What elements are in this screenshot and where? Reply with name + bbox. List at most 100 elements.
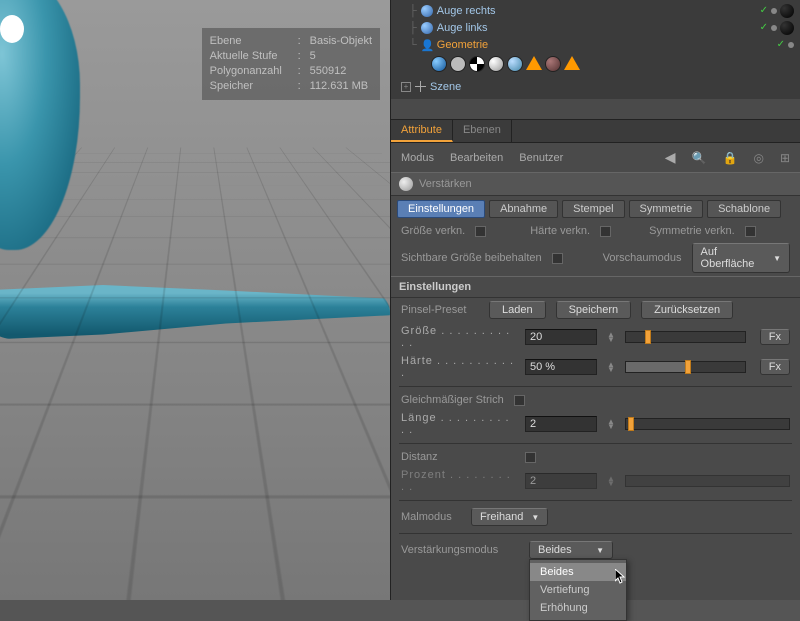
fx-button[interactable]: Fx: [760, 359, 790, 375]
subtab-stempel[interactable]: Stempel: [562, 200, 624, 218]
link-hardness-checkbox[interactable]: [600, 226, 611, 237]
menu-bearbeiten[interactable]: Bearbeiten: [450, 152, 503, 164]
visibility-dot[interactable]: [771, 8, 777, 14]
hardness-slider[interactable]: [625, 361, 746, 373]
phong-tag-icon[interactable]: [564, 56, 580, 70]
chevron-down-icon: ▼: [596, 546, 604, 555]
subtab-schablone[interactable]: Schablone: [707, 200, 781, 218]
lock-icon[interactable]: 🔒: [723, 151, 738, 165]
menu-modus[interactable]: Modus: [401, 152, 434, 164]
tree-branch-icon: ├: [409, 5, 417, 17]
tool-title: Verstärken: [419, 178, 472, 190]
expand-icon[interactable]: +: [401, 82, 411, 92]
material-icon[interactable]: [780, 4, 794, 18]
dropdown-option-beides[interactable]: Beides: [530, 563, 626, 581]
percent-input: 2: [525, 473, 597, 489]
attribute-manager: Attribute Ebenen Modus Bearbeiten Benutz…: [391, 119, 800, 172]
subtab-einstellungen[interactable]: Einstellungen: [397, 200, 485, 218]
material-tag[interactable]: [507, 56, 523, 72]
tool-header: Verstärken: [391, 172, 800, 196]
size-input[interactable]: 20: [525, 329, 597, 345]
reset-button[interactable]: Zurücksetzen: [641, 301, 733, 319]
keep-size-checkbox[interactable]: [552, 253, 563, 264]
chevron-down-icon: ▼: [773, 254, 781, 263]
check-icon[interactable]: ✓: [777, 39, 785, 50]
phong-tag-icon[interactable]: [526, 56, 542, 70]
link-size-checkbox[interactable]: [475, 226, 486, 237]
menu-benutzer[interactable]: Benutzer: [519, 152, 563, 164]
material-tag[interactable]: [431, 56, 447, 72]
preset-label: Pinsel-Preset: [401, 304, 479, 316]
attribute-menubar: Modus Bearbeiten Benutzer ◀ 🔍 🔒 ◎ ⊞: [391, 143, 800, 172]
subtab-abnahme[interactable]: Abnahme: [489, 200, 558, 218]
load-button[interactable]: Laden: [489, 301, 546, 319]
tool-subtabs: Einstellungen Abnahme Stempel Symmetrie …: [391, 196, 800, 222]
dropdown-option-erhoehung[interactable]: Erhöhung: [530, 599, 626, 617]
dropdown-option-vertiefung[interactable]: Vertiefung: [530, 581, 626, 599]
stepper-icon: ▲▼: [607, 476, 615, 486]
keep-size-label: Sichtbare Größe beibehalten: [401, 252, 542, 264]
stepper-icon[interactable]: ▲▼: [607, 362, 615, 372]
sphere-icon: [421, 5, 433, 17]
chevron-down-icon: ▼: [531, 513, 539, 522]
save-button[interactable]: Speichern: [556, 301, 632, 319]
person-icon: 👤: [421, 39, 433, 51]
material-tags: [397, 53, 794, 78]
object-row-scene[interactable]: + Szene: [397, 78, 794, 95]
visibility-dot[interactable]: [771, 25, 777, 31]
subtab-symmetrie[interactable]: Symmetrie: [629, 200, 704, 218]
tree-branch-icon: ├: [409, 22, 417, 34]
paintmode-label: Malmodus: [401, 511, 461, 523]
tab-layers[interactable]: Ebenen: [453, 120, 512, 142]
tool-icon: [399, 177, 413, 191]
viewport[interactable]: Ebene:Basis-Objekt Aktuelle Stufe:5 Poly…: [0, 0, 390, 600]
tree-branch-icon: └: [409, 39, 417, 51]
amplify-mode-dropdown[interactable]: Beides▼: [529, 541, 613, 559]
sphere-icon: [421, 22, 433, 34]
percent-label: Prozent . . . . . . . . . .: [401, 469, 515, 493]
amplify-mode-label: Verstärkungsmodus: [401, 544, 519, 556]
paintmode-dropdown[interactable]: Freihand▼: [471, 508, 548, 526]
object-row-eye-left[interactable]: ├ Auge links ✓: [397, 19, 794, 36]
stroke-checkbox[interactable]: [514, 395, 525, 406]
object-label: Auge links: [437, 22, 488, 34]
object-label: Szene: [430, 81, 461, 93]
link-symmetry-checkbox[interactable]: [745, 226, 756, 237]
hardness-label: Härte . . . . . . . . . . .: [401, 355, 515, 379]
object-manager: ├ Auge rechts ✓ ├ Auge links ✓ └ 👤 Geome…: [391, 0, 800, 99]
distance-label: Distanz: [401, 451, 515, 463]
new-window-icon[interactable]: ⊞: [780, 151, 790, 165]
magnify-icon[interactable]: 🔍: [692, 151, 707, 165]
object-row-eye-right[interactable]: ├ Auge rechts ✓: [397, 2, 794, 19]
visibility-dot[interactable]: [788, 42, 794, 48]
nav-back-icon[interactable]: ◀: [665, 149, 676, 166]
stepper-icon[interactable]: ▲▼: [607, 332, 615, 342]
link-symmetry-label: Symmetrie verkn.: [649, 225, 735, 237]
stepper-icon[interactable]: ▲▼: [607, 419, 615, 429]
target-icon[interactable]: ◎: [753, 151, 763, 165]
length-label: Länge . . . . . . . . . . .: [401, 412, 515, 436]
preview-mode-dropdown[interactable]: Auf Oberfläche▼: [692, 243, 790, 273]
distance-checkbox[interactable]: [525, 452, 536, 463]
check-icon[interactable]: ✓: [760, 22, 768, 33]
panel-tabs: Attribute Ebenen: [391, 120, 800, 143]
link-size-label: Größe verkn.: [401, 225, 465, 237]
hud-overlay: Ebene:Basis-Objekt Aktuelle Stufe:5 Poly…: [202, 28, 380, 100]
size-slider[interactable]: [625, 331, 746, 343]
material-tag[interactable]: [469, 56, 485, 72]
material-tag[interactable]: [450, 56, 466, 72]
null-icon: [415, 81, 426, 92]
length-slider[interactable]: [625, 418, 790, 430]
right-panel: ├ Auge rechts ✓ ├ Auge links ✓ └ 👤 Geome…: [390, 0, 800, 600]
tab-attribute[interactable]: Attribute: [391, 120, 453, 142]
material-icon[interactable]: [780, 21, 794, 35]
object-row-geometry[interactable]: └ 👤 Geometrie ✓: [397, 36, 794, 53]
material-tag[interactable]: [488, 56, 504, 72]
material-tag[interactable]: [545, 56, 561, 72]
check-icon[interactable]: ✓: [760, 5, 768, 16]
length-input[interactable]: 2: [525, 416, 597, 432]
hardness-input[interactable]: 50 %: [525, 359, 597, 375]
fx-button[interactable]: Fx: [760, 329, 790, 345]
link-hardness-label: Härte verkn.: [530, 225, 590, 237]
amplify-mode-menu: Beides Vertiefung Erhöhung: [529, 559, 627, 621]
